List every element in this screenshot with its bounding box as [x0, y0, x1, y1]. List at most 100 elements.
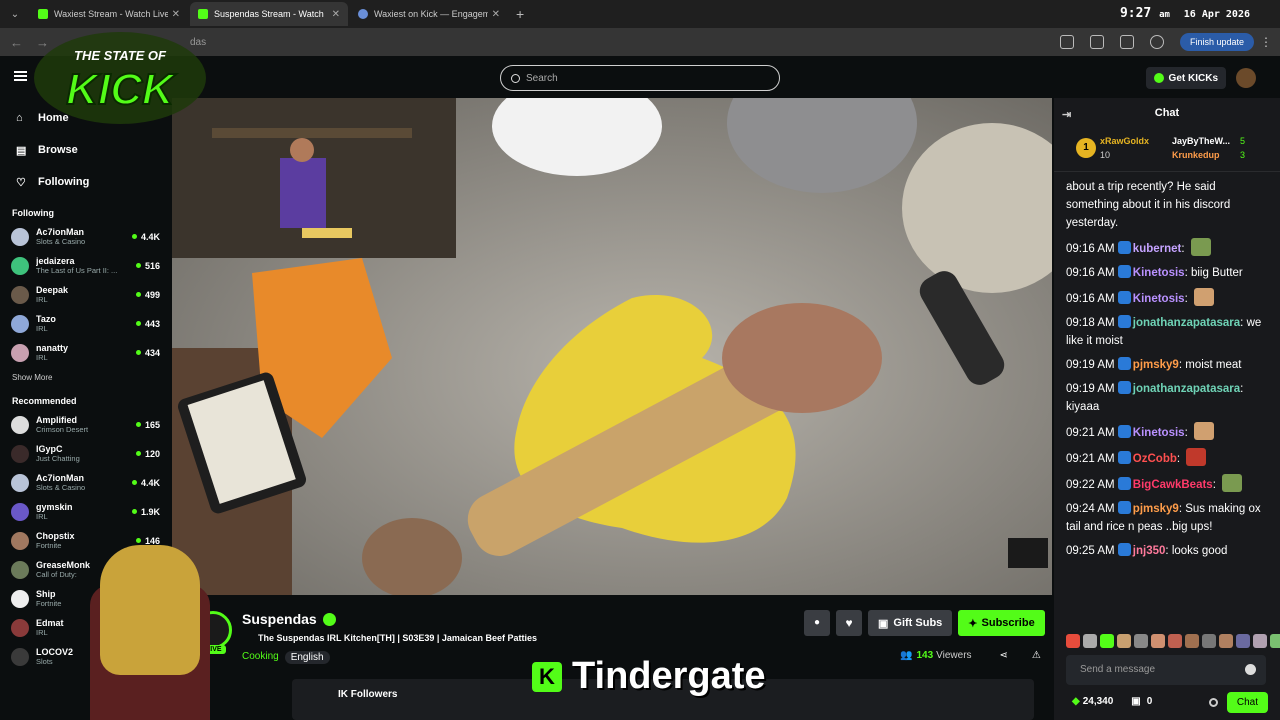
- channel-name: Ac7ionMan: [36, 227, 85, 237]
- overlay-clock: 9:27 am 16 Apr 2026: [1120, 6, 1250, 21]
- channel-viewers: 146: [136, 536, 160, 546]
- emote-icon[interactable]: [1219, 634, 1233, 648]
- chat-username[interactable]: jonathanzapatasara: [1133, 383, 1240, 395]
- chat-timestamp: 09:19 AM: [1066, 383, 1115, 395]
- chat-settings-icon[interactable]: [1209, 698, 1218, 707]
- recommended-channel-row[interactable]: lGypC Just Chatting 120: [0, 439, 170, 468]
- search-placeholder: Search: [526, 72, 558, 84]
- category-link[interactable]: Cooking: [242, 651, 279, 664]
- emote-icon[interactable]: [1270, 634, 1280, 648]
- emote-icon[interactable]: [1202, 634, 1216, 648]
- hamburger-menu-icon[interactable]: [14, 71, 27, 81]
- language-tag[interactable]: English: [284, 651, 330, 664]
- back-arrow-icon[interactable]: ←: [10, 35, 26, 50]
- emote-icon[interactable]: [1134, 634, 1148, 648]
- close-tab-icon[interactable]: ✕: [492, 9, 500, 20]
- chat-colon: :: [1178, 359, 1183, 371]
- report-icon[interactable]: ⚠: [1032, 650, 1041, 661]
- channel-avatar: [11, 531, 29, 550]
- chat-username[interactable]: jonathanzapatasara: [1133, 317, 1240, 329]
- search-icon: [511, 73, 520, 83]
- channel-name: Ac7ionMan: [36, 473, 85, 483]
- emote-icon[interactable]: [1117, 634, 1131, 648]
- svg-text:KICK: KICK: [66, 65, 177, 114]
- chat-username[interactable]: Kinetosis: [1133, 427, 1185, 439]
- svg-text:THE STATE OF: THE STATE OF: [74, 48, 167, 63]
- recommended-channel-row[interactable]: Ac7ionMan Slots & Casino 4.4K: [0, 468, 170, 497]
- chat-username[interactable]: pjmsky9: [1133, 503, 1179, 515]
- browser-tab-active[interactable]: Suspendas Stream - Watch ✕: [190, 2, 348, 26]
- recommended-channel-row[interactable]: gymskin IRL 1.9K: [0, 497, 170, 526]
- channel-avatar: [11, 227, 29, 246]
- chat-colon: :: [1212, 479, 1216, 491]
- browser-tab[interactable]: Waxiest Stream - Watch Live on ✕: [30, 2, 188, 26]
- channel-viewers: 1.9K: [132, 507, 160, 517]
- chat-badge-icon: [1117, 425, 1131, 438]
- viewers-icon: 👥: [900, 650, 913, 661]
- emote-icon[interactable]: [1253, 634, 1267, 648]
- emote-icon[interactable]: [1083, 634, 1097, 648]
- sidebar-nav-following[interactable]: ♡ Following: [0, 166, 170, 198]
- chat-text: biig Butter: [1190, 267, 1243, 279]
- chat-username[interactable]: Kinetosis: [1133, 267, 1185, 279]
- collapse-chat-icon[interactable]: ⇥: [1062, 108, 1071, 121]
- notification-bell-button[interactable]: ●: [804, 610, 830, 636]
- profile-icon[interactable]: [1149, 35, 1164, 49]
- chat-username[interactable]: BigCawkBeats: [1133, 479, 1213, 491]
- browser-menu-icon[interactable]: ⋮: [1260, 35, 1272, 49]
- video-player[interactable]: [172, 98, 1052, 595]
- user-avatar[interactable]: [1236, 68, 1256, 88]
- media-control-icon[interactable]: [1119, 35, 1134, 49]
- streamer-name[interactable]: Suspendas: [242, 611, 317, 627]
- channel-avatar: [11, 415, 29, 434]
- channel-category: IRL: [36, 324, 48, 333]
- new-tab-icon[interactable]: +: [516, 6, 524, 22]
- chat-text: about a trip recently? He said something…: [1066, 181, 1231, 229]
- emote-icon[interactable]: [1066, 634, 1080, 648]
- chat-timestamp: 09:19 AM: [1066, 359, 1115, 371]
- following-channel-row[interactable]: Deepak IRL 499: [0, 280, 170, 309]
- emote-icon[interactable]: [1151, 634, 1165, 648]
- finish-update-button[interactable]: Finish update: [1179, 33, 1254, 51]
- globe-favicon-icon: [358, 9, 368, 19]
- bookmark-star-icon[interactable]: [1059, 35, 1074, 49]
- chat-message-input[interactable]: Send a message: [1066, 655, 1266, 685]
- close-tab-icon[interactable]: ✕: [172, 9, 180, 20]
- tab-search-icon[interactable]: ⌄: [4, 3, 26, 25]
- chat-username[interactable]: kubernet: [1133, 243, 1182, 255]
- chat-message: about a trip recently? He said something…: [1066, 178, 1268, 232]
- emote-icon[interactable]: [1185, 634, 1199, 648]
- subscribe-button[interactable]: ✦ Subscribe: [958, 610, 1045, 636]
- extensions-icon[interactable]: [1089, 35, 1104, 49]
- emote-icon[interactable]: [1168, 634, 1182, 648]
- emoji-picker-icon[interactable]: [1245, 664, 1256, 675]
- leaderboard-rank-badge: 1: [1076, 138, 1096, 158]
- chat-username[interactable]: jnj350: [1133, 545, 1166, 557]
- emote-icon[interactable]: [1100, 634, 1114, 648]
- chat-emote-icon: [1222, 474, 1243, 492]
- channel-name: Deepak: [36, 285, 69, 295]
- share-icon[interactable]: ⋖: [1000, 650, 1008, 661]
- send-chat-button[interactable]: Chat: [1226, 692, 1268, 713]
- following-channel-row[interactable]: Tazo IRL 443: [0, 309, 170, 338]
- emote-icon[interactable]: [1236, 634, 1250, 648]
- channel-avatar: [11, 256, 29, 275]
- video-frame: [172, 98, 1052, 595]
- chat-message: 09:25 AM jnj350: looks good: [1066, 542, 1268, 560]
- search-input[interactable]: Search: [500, 65, 780, 91]
- get-kicks-button[interactable]: Get KICKs: [1145, 67, 1226, 89]
- close-tab-icon[interactable]: ✕: [332, 9, 340, 20]
- chat-username[interactable]: pjmsky9: [1133, 359, 1179, 371]
- browser-tab[interactable]: Waxiest on Kick — Engagemen ✕: [350, 2, 508, 26]
- following-channel-row[interactable]: Ac7ionMan Slots & Casino 4.4K: [0, 222, 170, 251]
- following-channel-row[interactable]: jedaizera The Last of Us Part II: ... 516: [0, 251, 170, 280]
- follow-heart-button[interactable]: ♥: [836, 610, 862, 636]
- following-channel-row[interactable]: nanatty IRL 434: [0, 338, 170, 367]
- chat-username[interactable]: OzCobb: [1133, 453, 1177, 465]
- sidebar-nav-browse[interactable]: ▤ Browse: [0, 134, 170, 166]
- recommended-channel-row[interactable]: Amplified Crimson Desert 165: [0, 410, 170, 439]
- gift-subs-button[interactable]: ▣ Gift Subs: [868, 610, 953, 636]
- emote-bar: [1066, 634, 1280, 648]
- chat-username[interactable]: Kinetosis: [1133, 293, 1185, 305]
- show-more-link[interactable]: Show More: [0, 367, 170, 386]
